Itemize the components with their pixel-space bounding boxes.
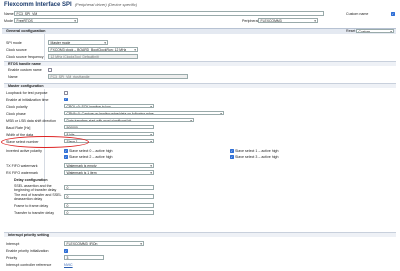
section-rtos[interactable]: RTOS handle name: [4, 61, 396, 66]
section-general[interactable]: General configuration: [2, 28, 396, 34]
tx-fifo-label: TX FIFO watermark: [6, 164, 38, 168]
inverted-polarity-label: Inverted active polarity: [6, 149, 42, 153]
section-master[interactable]: Master configuration: [4, 83, 396, 88]
clock-polarity-select[interactable]: CPOL=0: SCK inactive in low: [64, 103, 154, 109]
component-title: Flexcomm Interface SPI (Peripheral driver…: [4, 2, 137, 8]
controller-link[interactable]: NVIC: [64, 263, 73, 267]
reset-select[interactable]: Custom: [356, 28, 394, 34]
mode-label: Mode: [4, 19, 13, 23]
clock-phase-label: Clock phase: [6, 111, 26, 116]
highlight-circle: [1, 136, 89, 148]
custom-name-label: Custom name: [346, 12, 369, 16]
clock-freq-field: 12 MHz (ClocksTool_DefaultInit): [48, 54, 138, 59]
column-divider: [44, 34, 45, 60]
rx-fifo-select[interactable]: Watermark is 1 item: [64, 170, 154, 175]
section-rtos-title: RTOS handle name: [8, 62, 41, 66]
section-interrupt-title: Interrupt priority setting: [8, 233, 49, 237]
section-master-title: Master configuration: [8, 84, 44, 88]
enable-custom-name-label: Enable custom name: [8, 68, 42, 72]
baud-rate-label: Baud Rate [Hz]: [6, 125, 31, 130]
clock-polarity-label: Clock polarity: [6, 104, 28, 109]
clock-phase-select[interactable]: CPHA=0: Capture on leading edge/data on …: [64, 110, 224, 116]
rtos-name-field: FC3_SPI_VM_rtosHandle: [48, 74, 188, 79]
baud-rate-input[interactable]: 500000: [64, 124, 154, 130]
clock-source-label: Clock source: [6, 48, 27, 52]
rx-fifo-label: RX FIFO watermark: [6, 171, 38, 175]
ss2-checkbox[interactable]: [64, 155, 68, 159]
msb-lsb-select[interactable]: Data transfers start with most significa…: [64, 117, 194, 123]
delay1-label: SSEL assertion and the beginning of tran…: [14, 184, 57, 192]
delay2-input[interactable]: 0: [64, 194, 154, 199]
delay1-input[interactable]: 0: [64, 185, 154, 190]
ss3-checkbox[interactable]: [230, 155, 234, 159]
loopback-label: Loopback for test purpose: [6, 91, 48, 95]
priority-label: Priority: [6, 256, 18, 260]
section-delay-title: Delay configuration: [14, 178, 48, 182]
name-input[interactable]: FC3_SPI_VM: [14, 11, 324, 16]
clock-freq-label: Clock source frequency: [6, 55, 44, 59]
reset-label: Reset: [346, 29, 356, 33]
enable-init-label: Enable at initialization time: [6, 97, 49, 102]
section-interrupt[interactable]: Interrupt priority setting: [4, 232, 396, 237]
name-label: Name: [4, 12, 14, 16]
delay4-input[interactable]: 0: [64, 210, 154, 215]
title-subtitle: (Peripheral driver) (Device specific): [74, 2, 138, 7]
peripheral-select[interactable]: FLEXCOMM3: [258, 18, 318, 23]
delay4-label: Transfer to transfer delay: [14, 211, 55, 215]
custom-name-checkbox[interactable]: [391, 12, 395, 16]
enable-priority-label: Enable priority initialization: [6, 249, 49, 253]
delay3-label: Frame to frame delay: [14, 204, 49, 208]
delay2-label: The end of transfer and SSEL deassertion…: [14, 193, 62, 201]
enable-init-checkbox[interactable]: [64, 97, 68, 102]
ss0-label: Slave select 0 – active high: [69, 149, 113, 153]
ss1-checkbox[interactable]: [230, 149, 234, 153]
section-general-title: General configuration: [6, 29, 46, 33]
peripheral-label: Peripheral: [242, 19, 259, 23]
rtos-name-label: Name: [8, 75, 18, 79]
loopback-checkbox[interactable]: [64, 91, 68, 95]
enable-custom-name-checkbox[interactable]: [48, 68, 52, 72]
ss0-checkbox[interactable]: [64, 149, 68, 153]
clock-source-select[interactable]: FXCOM3 clock – BOARD_BootClockRun: 12 MH…: [48, 47, 138, 52]
interrupt-label: Interrupt: [6, 242, 20, 246]
data-width-select[interactable]: 8 bits: [64, 131, 154, 137]
tx-fifo-select[interactable]: Watermark is empty: [64, 163, 154, 168]
ss2-label: Slave select 2 – active high: [69, 155, 113, 159]
mode-select[interactable]: FreeRTOS: [14, 18, 78, 23]
interrupt-select[interactable]: FLEXCOMM3_IRQn: [64, 241, 144, 246]
enable-priority-checkbox[interactable]: [64, 249, 68, 253]
msb-lsb-label: MSB or LSB data shift direction: [6, 118, 56, 123]
section-delay[interactable]: Delay configuration: [10, 178, 396, 183]
spi-mode-select[interactable]: Master mode: [48, 40, 108, 45]
controller-label: Interrupt controller reference: [6, 263, 52, 267]
priority-input[interactable]: 3: [64, 255, 104, 260]
title-text: Flexcomm Interface SPI: [4, 2, 72, 8]
spi-mode-label: SPI mode: [6, 41, 22, 45]
ss3-label: Slave select 3 – active high: [235, 155, 279, 159]
ss1-label: Slave select 1 – active high: [235, 149, 279, 153]
delay3-input[interactable]: 0: [64, 203, 154, 208]
